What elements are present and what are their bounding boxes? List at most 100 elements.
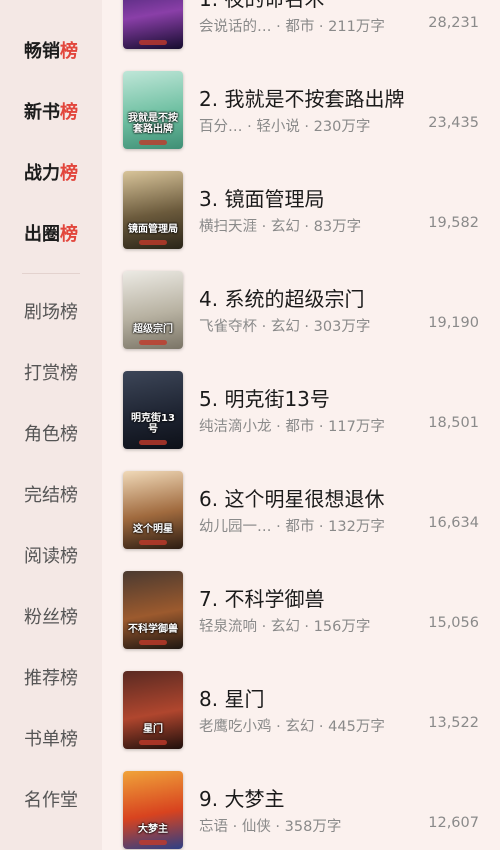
- book-author: 轻泉流响: [199, 619, 257, 635]
- book-meta: 会说话的… · 都市 · 211万字: [199, 19, 385, 35]
- cover-title: 超级宗门: [133, 324, 173, 335]
- sidebar-item-theater[interactable]: 剧场榜: [0, 293, 102, 333]
- cover-title: 镜面管理局: [128, 224, 178, 235]
- cover-publisher-mark: [139, 840, 167, 845]
- sidebar-divider: [22, 273, 80, 274]
- book-row[interactable]: 1. 夜的命名术 会说话的… · 都市 · 211万字 万票 28,231: [102, 0, 500, 71]
- cover-title: 这个明星: [133, 524, 173, 535]
- book-author: 幼儿园一…: [199, 519, 272, 535]
- sidebar-item-new-books[interactable]: 新书榜: [0, 93, 102, 133]
- book-cover: 这个明星: [123, 471, 183, 549]
- book-genre: 玄幻: [270, 319, 300, 335]
- book-genre: 玄幻: [270, 219, 300, 235]
- sidebar-item-reading[interactable]: 阅读榜: [0, 537, 102, 577]
- book-title: 7. 不科学御兽: [199, 587, 325, 611]
- sidebar-item-accent: 榜: [60, 102, 78, 123]
- sidebar-item-label: 出圈: [24, 224, 60, 245]
- book-author: 百分…: [199, 119, 243, 135]
- book-author: 会说话的…: [199, 19, 272, 35]
- book-row[interactable]: 星门 8. 星门 老鹰吃小鸡 · 玄幻 · 445万字 13,522: [102, 671, 500, 771]
- book-row[interactable]: 镜面管理局 3. 镜面管理局 横扫天涯 · 玄幻 · 83万字 19,582: [102, 171, 500, 271]
- cover-publisher-mark: [139, 740, 167, 745]
- sidebar-item-accent: 榜: [60, 163, 78, 184]
- cover-publisher-mark: [139, 440, 167, 445]
- sidebar-item-booklists[interactable]: 书单榜: [0, 720, 102, 760]
- book-genre: 玄幻: [285, 719, 315, 735]
- cover-publisher-mark: [139, 540, 167, 545]
- vote-count: 12,607: [428, 815, 479, 831]
- sidebar-item-bestseller[interactable]: 畅销榜: [0, 32, 102, 72]
- cover-publisher-mark: [139, 640, 167, 645]
- book-meta: 横扫天涯 · 玄幻 · 83万字: [199, 219, 362, 235]
- sidebar-item-power[interactable]: 战力榜: [0, 154, 102, 194]
- sidebar-item-accent: 榜: [60, 224, 78, 245]
- sidebar-item-recommend[interactable]: 推荐榜: [0, 659, 102, 699]
- book-cover: 不科学御兽: [123, 571, 183, 649]
- vote-count: 28,231: [428, 15, 479, 31]
- cover-publisher-mark: [139, 340, 167, 345]
- sidebar-item-label: 新书: [24, 102, 60, 123]
- cover-publisher-mark: [139, 40, 167, 45]
- book-row[interactable]: 大梦主 9. 大梦主 忘语 · 仙侠 · 358万字 12,607: [102, 771, 500, 850]
- book-title: 2. 我就是不按套路出牌: [199, 87, 405, 111]
- sidebar-item-tipping[interactable]: 打赏榜: [0, 354, 102, 394]
- book-row[interactable]: 不科学御兽 7. 不科学御兽 轻泉流响 · 玄幻 · 156万字 15,056: [102, 571, 500, 671]
- book-title: 4. 系统的超级宗门: [199, 287, 365, 311]
- book-word-count: 211万字: [328, 19, 385, 35]
- book-author: 忘语: [199, 819, 228, 835]
- sidebar-item-accent: 榜: [60, 41, 78, 62]
- book-row[interactable]: 这个明星 6. 这个明星很想退休 幼儿园一… · 都市 · 132万字 16,6…: [102, 471, 500, 571]
- book-word-count: 230万字: [313, 119, 371, 135]
- book-meta: 老鹰吃小鸡 · 玄幻 · 445万字: [199, 719, 385, 735]
- book-word-count: 117万字: [328, 419, 385, 435]
- vote-count: 16,634: [428, 515, 479, 531]
- vote-count: 19,582: [428, 215, 479, 231]
- sidebar-item-label: 战力: [24, 163, 60, 184]
- vote-count: 18,501: [428, 415, 479, 431]
- book-genre: 都市: [285, 19, 315, 35]
- sidebar-item-fans[interactable]: 粉丝榜: [0, 598, 102, 638]
- book-cover: 镜面管理局: [123, 171, 183, 249]
- book-meta: 纯洁滴小龙 · 都市 · 117万字: [199, 419, 385, 435]
- book-meta: 幼儿园一… · 都市 · 132万字: [199, 519, 385, 535]
- book-ranking-list: 1. 夜的命名术 会说话的… · 都市 · 211万字 万票 28,231 我就…: [102, 0, 500, 850]
- book-genre: 都市: [285, 419, 315, 435]
- cover-title: 星门: [143, 724, 163, 735]
- book-word-count: 445万字: [328, 719, 385, 735]
- book-cover: 大梦主: [123, 771, 183, 849]
- book-row[interactable]: 明克街13号 5. 明克街13号 纯洁滴小龙 · 都市 · 117万字 18,5…: [102, 371, 500, 471]
- book-word-count: 358万字: [284, 819, 342, 835]
- vote-count: 19,190: [428, 315, 479, 331]
- book-author: 横扫天涯: [199, 219, 257, 235]
- book-cover: 我就是不按套路出牌: [123, 71, 183, 149]
- book-meta: 忘语 · 仙侠 · 358万字: [199, 819, 342, 835]
- book-cover: 超级宗门: [123, 271, 183, 349]
- vote-count: 23,435: [428, 115, 479, 131]
- book-word-count: 156万字: [313, 619, 371, 635]
- book-row[interactable]: 超级宗门 4. 系统的超级宗门 飞雀夺杯 · 玄幻 · 303万字 19,190: [102, 271, 500, 371]
- sidebar-item-characters[interactable]: 角色榜: [0, 415, 102, 455]
- cover-title: 明克街13号: [131, 413, 175, 435]
- cover-publisher-mark: [139, 240, 167, 245]
- book-title: 5. 明克街13号: [199, 387, 330, 411]
- book-row[interactable]: 我就是不按套路出牌 2. 我就是不按套路出牌 百分… · 轻小说 · 230万字…: [102, 71, 500, 171]
- book-author: 纯洁滴小龙: [199, 419, 272, 435]
- ranking-sidebar: 畅销榜 新书榜 战力榜 出圈榜 剧场榜 打赏榜 角色榜 完结榜 阅读榜 粉丝榜 …: [0, 0, 102, 850]
- book-word-count: 83万字: [313, 219, 362, 235]
- book-meta: 百分… · 轻小说 · 230万字: [199, 119, 371, 135]
- book-cover: [123, 0, 183, 49]
- book-genre: 仙侠: [241, 819, 271, 835]
- book-title: 1. 夜的命名术: [199, 0, 324, 12]
- book-title: 8. 星门: [199, 687, 265, 711]
- book-cover: 明克街13号: [123, 371, 183, 449]
- cover-title: 不科学御兽: [128, 624, 178, 635]
- book-title: 3. 镜面管理局: [199, 187, 325, 211]
- vote-count: 15,056: [428, 615, 479, 631]
- book-author: 老鹰吃小鸡: [199, 719, 272, 735]
- sidebar-item-breakout[interactable]: 出圈榜: [0, 215, 102, 255]
- sidebar-item-completed[interactable]: 完结榜: [0, 476, 102, 516]
- vote-count: 13,522: [428, 715, 479, 731]
- book-meta: 轻泉流响 · 玄幻 · 156万字: [199, 619, 371, 635]
- sidebar-item-masterpieces[interactable]: 名作堂: [0, 781, 102, 821]
- book-title: 6. 这个明星很想退休: [199, 487, 385, 511]
